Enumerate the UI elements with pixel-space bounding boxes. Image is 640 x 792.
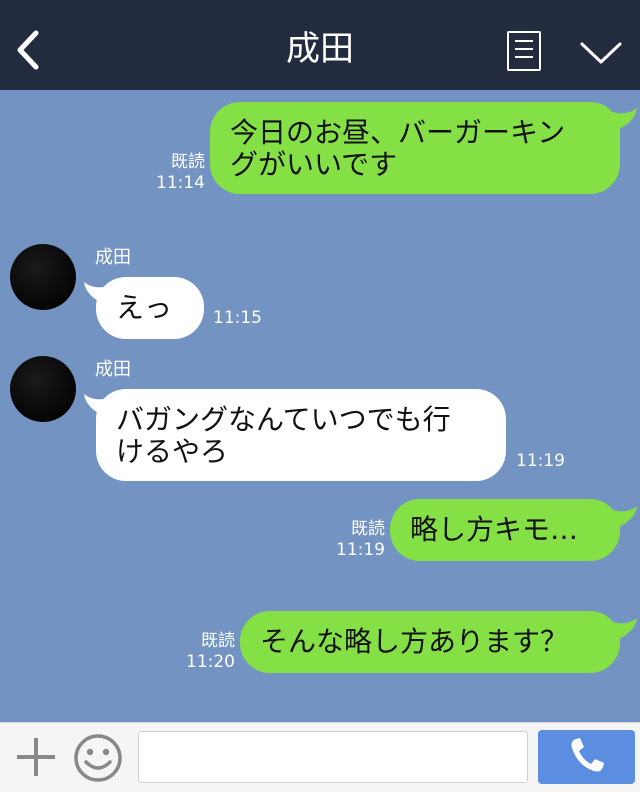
sender-name: 成田 xyxy=(95,247,131,268)
message-meta: 既読 11:19 xyxy=(330,519,385,561)
read-receipt: 既読 xyxy=(171,152,205,172)
message-bubble-sent[interactable]: そんな略し方あります？ xyxy=(240,611,620,673)
message-text: グがいいです xyxy=(230,148,398,181)
chat-header: 成田 xyxy=(0,0,640,90)
bubble-tail xyxy=(613,618,637,640)
message-text: そんな略し方あります？ xyxy=(260,625,569,658)
message-bubble-received[interactable]: バガングなんていつでも行 けるやろ xyxy=(96,389,506,481)
message-time: 11:19 xyxy=(516,451,565,471)
message-text: 今日のお昼、バーガーキン xyxy=(230,116,566,149)
message-bubble-received[interactable]: えっ xyxy=(96,277,204,339)
bubble-tail xyxy=(613,506,637,528)
message-time: 11:15 xyxy=(213,308,262,328)
message-text: けるやろ xyxy=(116,435,229,468)
read-receipt: 既読 xyxy=(201,631,235,651)
menu-toggle-button[interactable] xyxy=(578,38,624,68)
smiley-icon xyxy=(74,734,122,782)
phone-icon xyxy=(571,738,604,772)
read-receipt: 既読 xyxy=(351,519,385,539)
emoji-button[interactable] xyxy=(73,733,123,783)
message-text: えっ xyxy=(116,291,173,324)
message-time: 11:20 xyxy=(186,652,235,672)
message-bubble-sent[interactable]: 略し方キモ… xyxy=(390,499,620,561)
chevron-down-icon xyxy=(580,42,622,64)
call-button[interactable] xyxy=(538,730,635,784)
avatar[interactable] xyxy=(10,244,76,310)
attach-button[interactable] xyxy=(15,736,57,778)
avatar[interactable] xyxy=(10,356,76,422)
message-time: 11:14 xyxy=(156,173,205,193)
message-meta: 既読 11:14 xyxy=(150,152,205,194)
chat-title: 成田 xyxy=(286,29,354,69)
message-text: バガングなんていつでも行 xyxy=(116,403,451,436)
message-meta: 既読 11:20 xyxy=(180,631,235,673)
message-bubble-sent[interactable]: 今日のお昼、バーガーキン グがいいです xyxy=(210,102,620,194)
plus-icon xyxy=(17,738,55,776)
sender-name: 成田 xyxy=(95,359,131,380)
message-time: 11:19 xyxy=(336,540,385,560)
composer-bar xyxy=(0,722,640,792)
notes-button[interactable] xyxy=(507,31,541,71)
bubble-tail xyxy=(613,108,637,130)
message-input[interactable] xyxy=(138,731,528,783)
chat-area[interactable]: 既読 11:14 今日のお昼、バーガーキン グがいいです 成田 えっ 11:15… xyxy=(0,90,640,722)
message-text: 略し方キモ… xyxy=(410,513,579,546)
